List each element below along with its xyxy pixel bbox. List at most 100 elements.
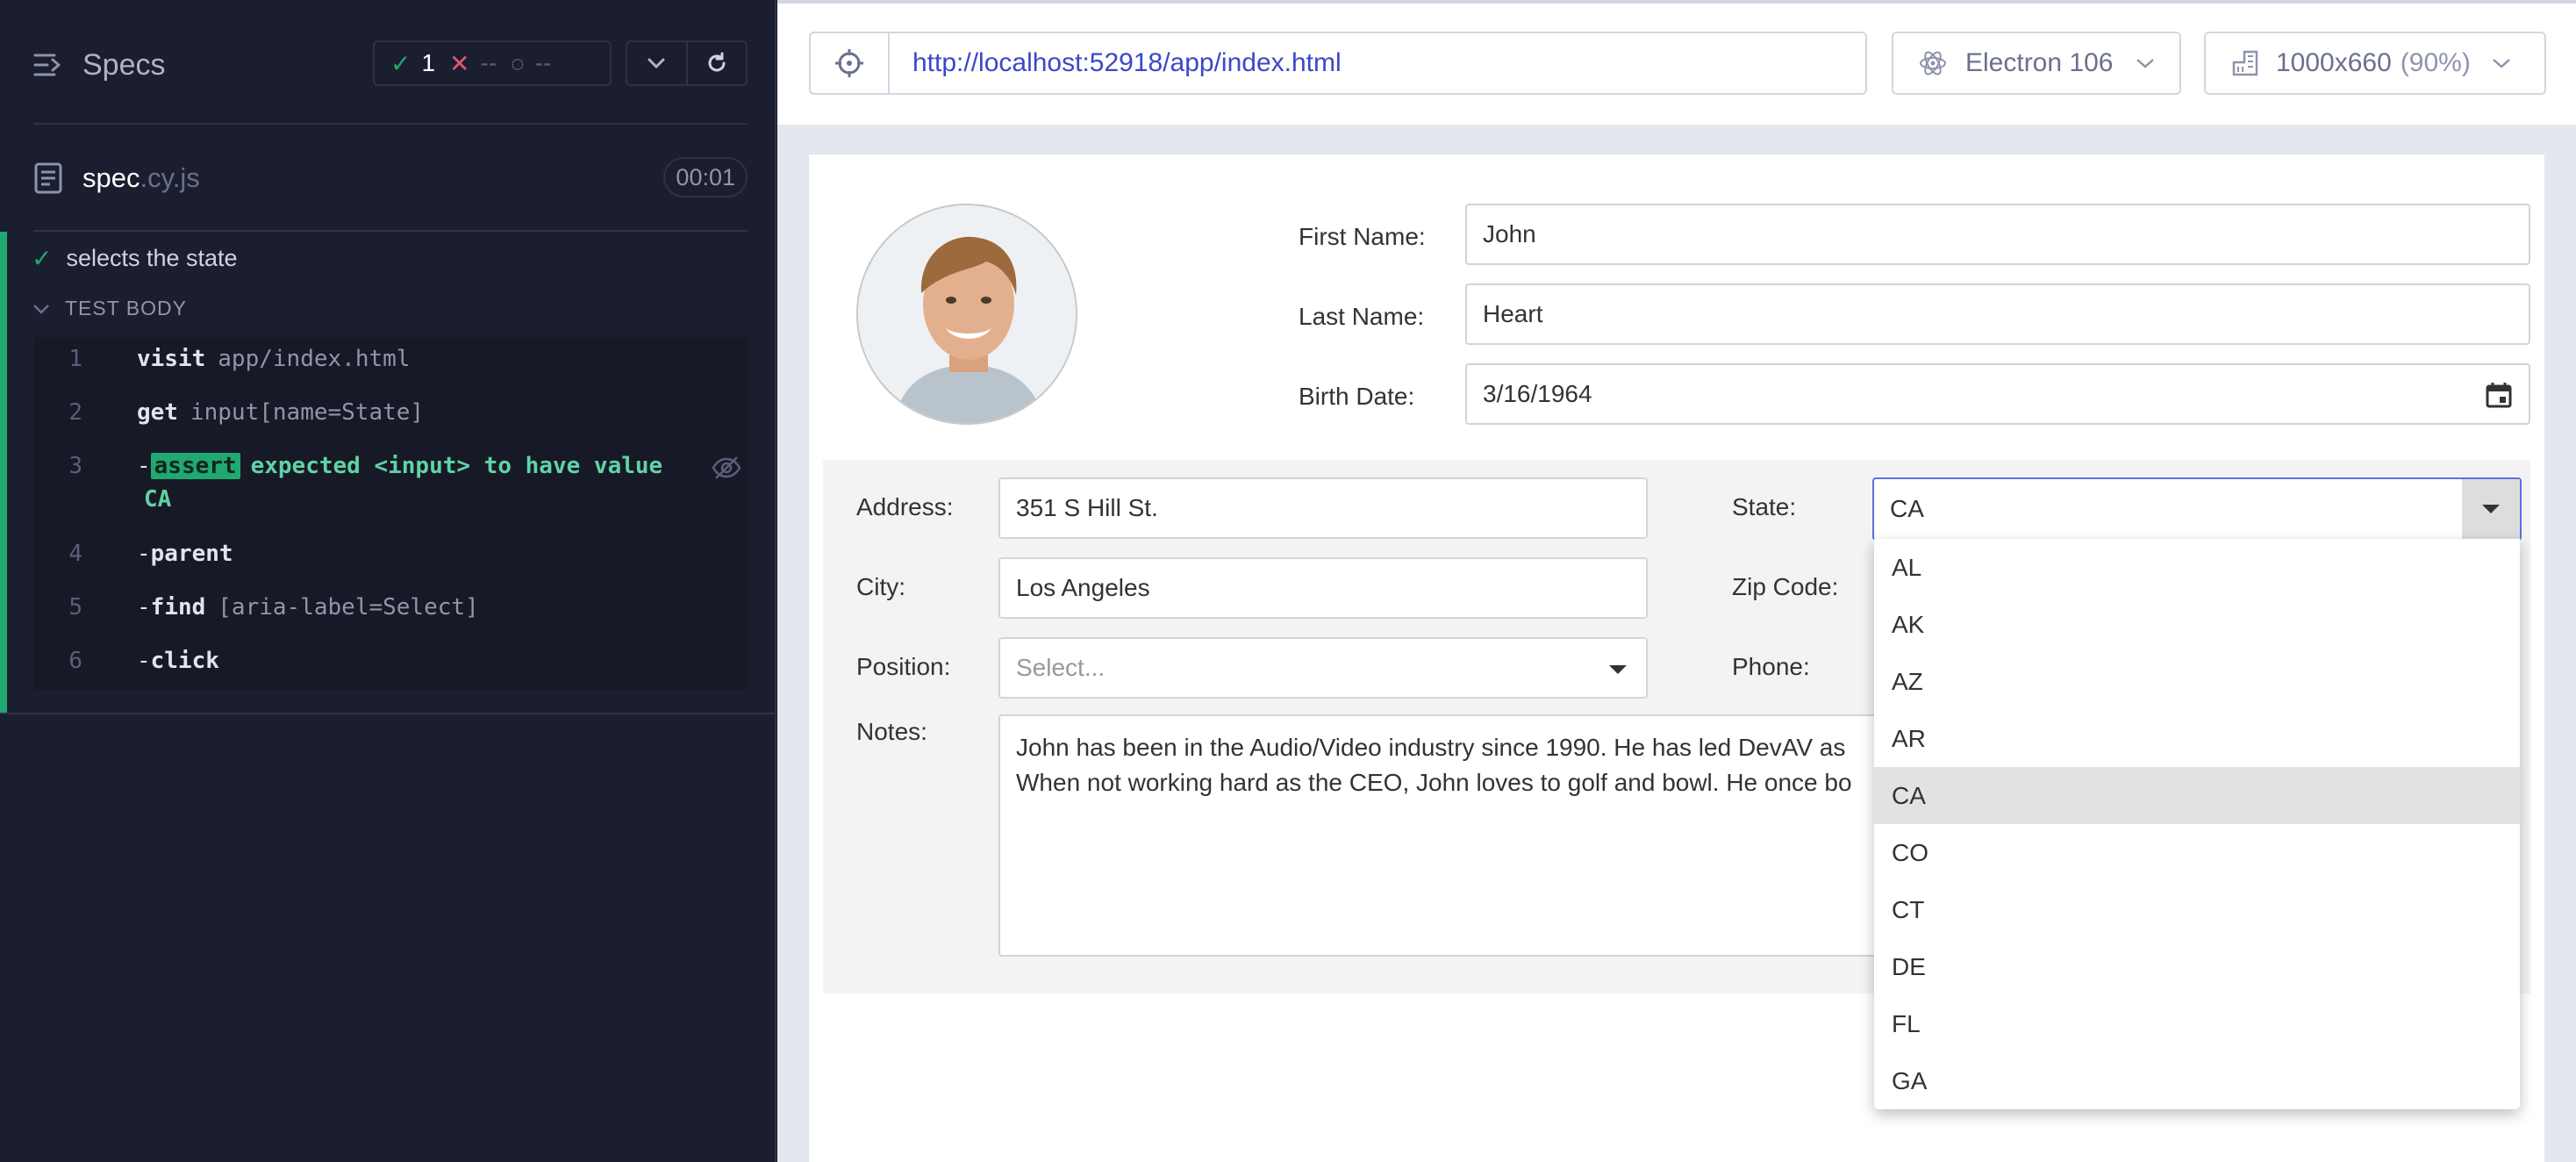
passed-count: 1	[421, 49, 436, 76]
command-name: click	[150, 648, 219, 674]
person-photo	[858, 205, 1076, 423]
command-row[interactable]: 3 - assert expected <input> to have value …	[33, 453, 748, 514]
app-iframe: First Name: John Last Name: Heart Birth …	[809, 154, 2544, 1162]
caret-down-icon	[2482, 505, 2500, 513]
state-dropdown-button[interactable]	[2462, 479, 2520, 539]
command-name: visit	[137, 346, 206, 372]
browser-select[interactable]: Electron 106	[1892, 32, 2181, 95]
command-number: 4	[68, 541, 82, 567]
spec-name: spec	[82, 162, 140, 193]
failed-count: --	[480, 49, 497, 76]
command-name: parent	[150, 541, 233, 567]
city-input[interactable]: Los Angeles	[998, 557, 1648, 619]
specs-link[interactable]: Specs	[33, 44, 166, 86]
passed-stat: ✓ 1	[390, 49, 435, 78]
address-input[interactable]: 351 S Hill St.	[998, 477, 1648, 539]
app-under-test-panel: http://localhost:52918/app/index.html El…	[777, 0, 2576, 1162]
calendar-icon[interactable]	[2485, 381, 2513, 409]
state-option[interactable]: CO	[1874, 824, 2520, 881]
phone-label: Phone:	[1732, 653, 1810, 680]
pending-icon: ◌	[511, 49, 525, 76]
assert-badge: assert	[150, 453, 240, 479]
first-name-label: First Name:	[1299, 223, 1426, 250]
test-title: selects the state	[66, 245, 238, 271]
assert-value: CA	[144, 486, 172, 513]
test-pass-icon: ✓	[32, 245, 53, 272]
state-value: CA	[1890, 495, 1924, 522]
collapse-button[interactable]	[627, 42, 686, 84]
command-number: 2	[68, 399, 82, 426]
state-label: State:	[1732, 493, 1797, 520]
electron-icon	[1920, 51, 1946, 75]
birth-date-label: Birth Date:	[1299, 383, 1415, 410]
state-option[interactable]: FL	[1874, 995, 2520, 1052]
state-select[interactable]: CA	[1872, 477, 2522, 541]
state-option[interactable]: GA	[1874, 1052, 2520, 1109]
rerun-button[interactable]	[685, 42, 747, 84]
position-select[interactable]: Select...	[998, 637, 1648, 699]
url-bar[interactable]: http://localhost:52918/app/index.html	[888, 32, 1867, 95]
command-name: find	[150, 594, 206, 620]
selector-playground-button[interactable]	[809, 32, 890, 95]
notes-line: John has been in the Audio/Video industr…	[1016, 734, 1846, 761]
state-option[interactable]: AK	[1874, 596, 2520, 653]
notes-line: When not working hard as the CEO, John l…	[1016, 769, 1852, 796]
command-message: input[name=State]	[190, 399, 425, 426]
chevron-down-icon	[2492, 59, 2510, 68]
test-title-row[interactable]: ✓ selects the state	[32, 244, 238, 273]
notes-textarea[interactable]: John has been in the Audio/Video industr…	[998, 714, 1953, 957]
last-name-input[interactable]: Heart	[1465, 283, 2530, 345]
spec-extension: .cy.js	[140, 162, 200, 193]
state-option-selected[interactable]: CA	[1874, 767, 2520, 824]
browser-name: Electron 106	[1965, 48, 2114, 77]
command-name: get	[137, 399, 178, 426]
divider	[33, 123, 748, 125]
viewport-size: 1000x660	[2276, 48, 2392, 77]
eye-slash-icon	[712, 456, 741, 479]
refresh-icon	[708, 52, 726, 72]
notes-label: Notes:	[856, 718, 927, 745]
state-option[interactable]: AL	[1874, 539, 2520, 596]
last-name-label: Last Name:	[1299, 303, 1425, 330]
test-stats: ✓ 1 ✕ -- ◌ --	[373, 40, 612, 86]
chevron-down-icon	[33, 304, 49, 314]
document-icon	[34, 162, 62, 194]
test-item: ✓ selects the state TEST BODY 1 visit app…	[0, 232, 776, 714]
crosshair-icon	[835, 49, 863, 77]
failed-stat: ✕ --	[449, 49, 497, 78]
aut-header: http://localhost:52918/app/index.html El…	[777, 0, 2576, 125]
ruler-icon	[2232, 50, 2258, 76]
birth-date-value: 3/16/1964	[1483, 380, 1592, 407]
pending-stat: ◌ --	[511, 49, 551, 77]
state-dropdown-list: AL AK AZ AR CA CO CT DE FL GA	[1874, 539, 2520, 1109]
state-option[interactable]: AZ	[1874, 653, 2520, 710]
check-icon: ✓	[390, 49, 411, 77]
chevron-down-icon	[2136, 59, 2155, 68]
test-body-toggle[interactable]: TEST BODY	[32, 297, 187, 320]
first-name-input[interactable]: John	[1465, 204, 2530, 265]
state-option[interactable]: AR	[1874, 710, 2520, 767]
caret-down-icon	[1609, 665, 1627, 674]
birth-date-input[interactable]: 3/16/1964	[1465, 363, 2530, 425]
specs-list-icon	[33, 54, 61, 76]
test-body-label: TEST BODY	[65, 297, 187, 319]
x-icon: ✕	[449, 49, 470, 77]
city-label: City:	[856, 573, 905, 600]
chevron-down-icon	[648, 58, 665, 69]
spec-file-row: spec .cy.js 00:01	[33, 154, 748, 203]
reporter-header: Specs ✓ 1 ✕ -- ◌ --	[0, 0, 776, 128]
viewport-select[interactable]: 1000x660 (90%)	[2204, 32, 2546, 95]
run-controls	[626, 40, 748, 86]
position-label: Position:	[856, 653, 951, 680]
state-option[interactable]: DE	[1874, 938, 2520, 995]
employee-avatar	[856, 204, 1077, 425]
state-option[interactable]: CT	[1874, 881, 2520, 938]
divider	[0, 713, 776, 714]
command-message: app/index.html	[218, 346, 411, 372]
command-log: 1 visit app/index.html 2 get input[name=St…	[33, 337, 748, 690]
command-number: 1	[68, 346, 82, 372]
assert-message: expected <input> to have value	[250, 453, 663, 479]
command-message: [aria-label=Select]	[218, 594, 479, 620]
spec-duration: 00:01	[663, 157, 748, 197]
command-number: 5	[68, 594, 82, 620]
